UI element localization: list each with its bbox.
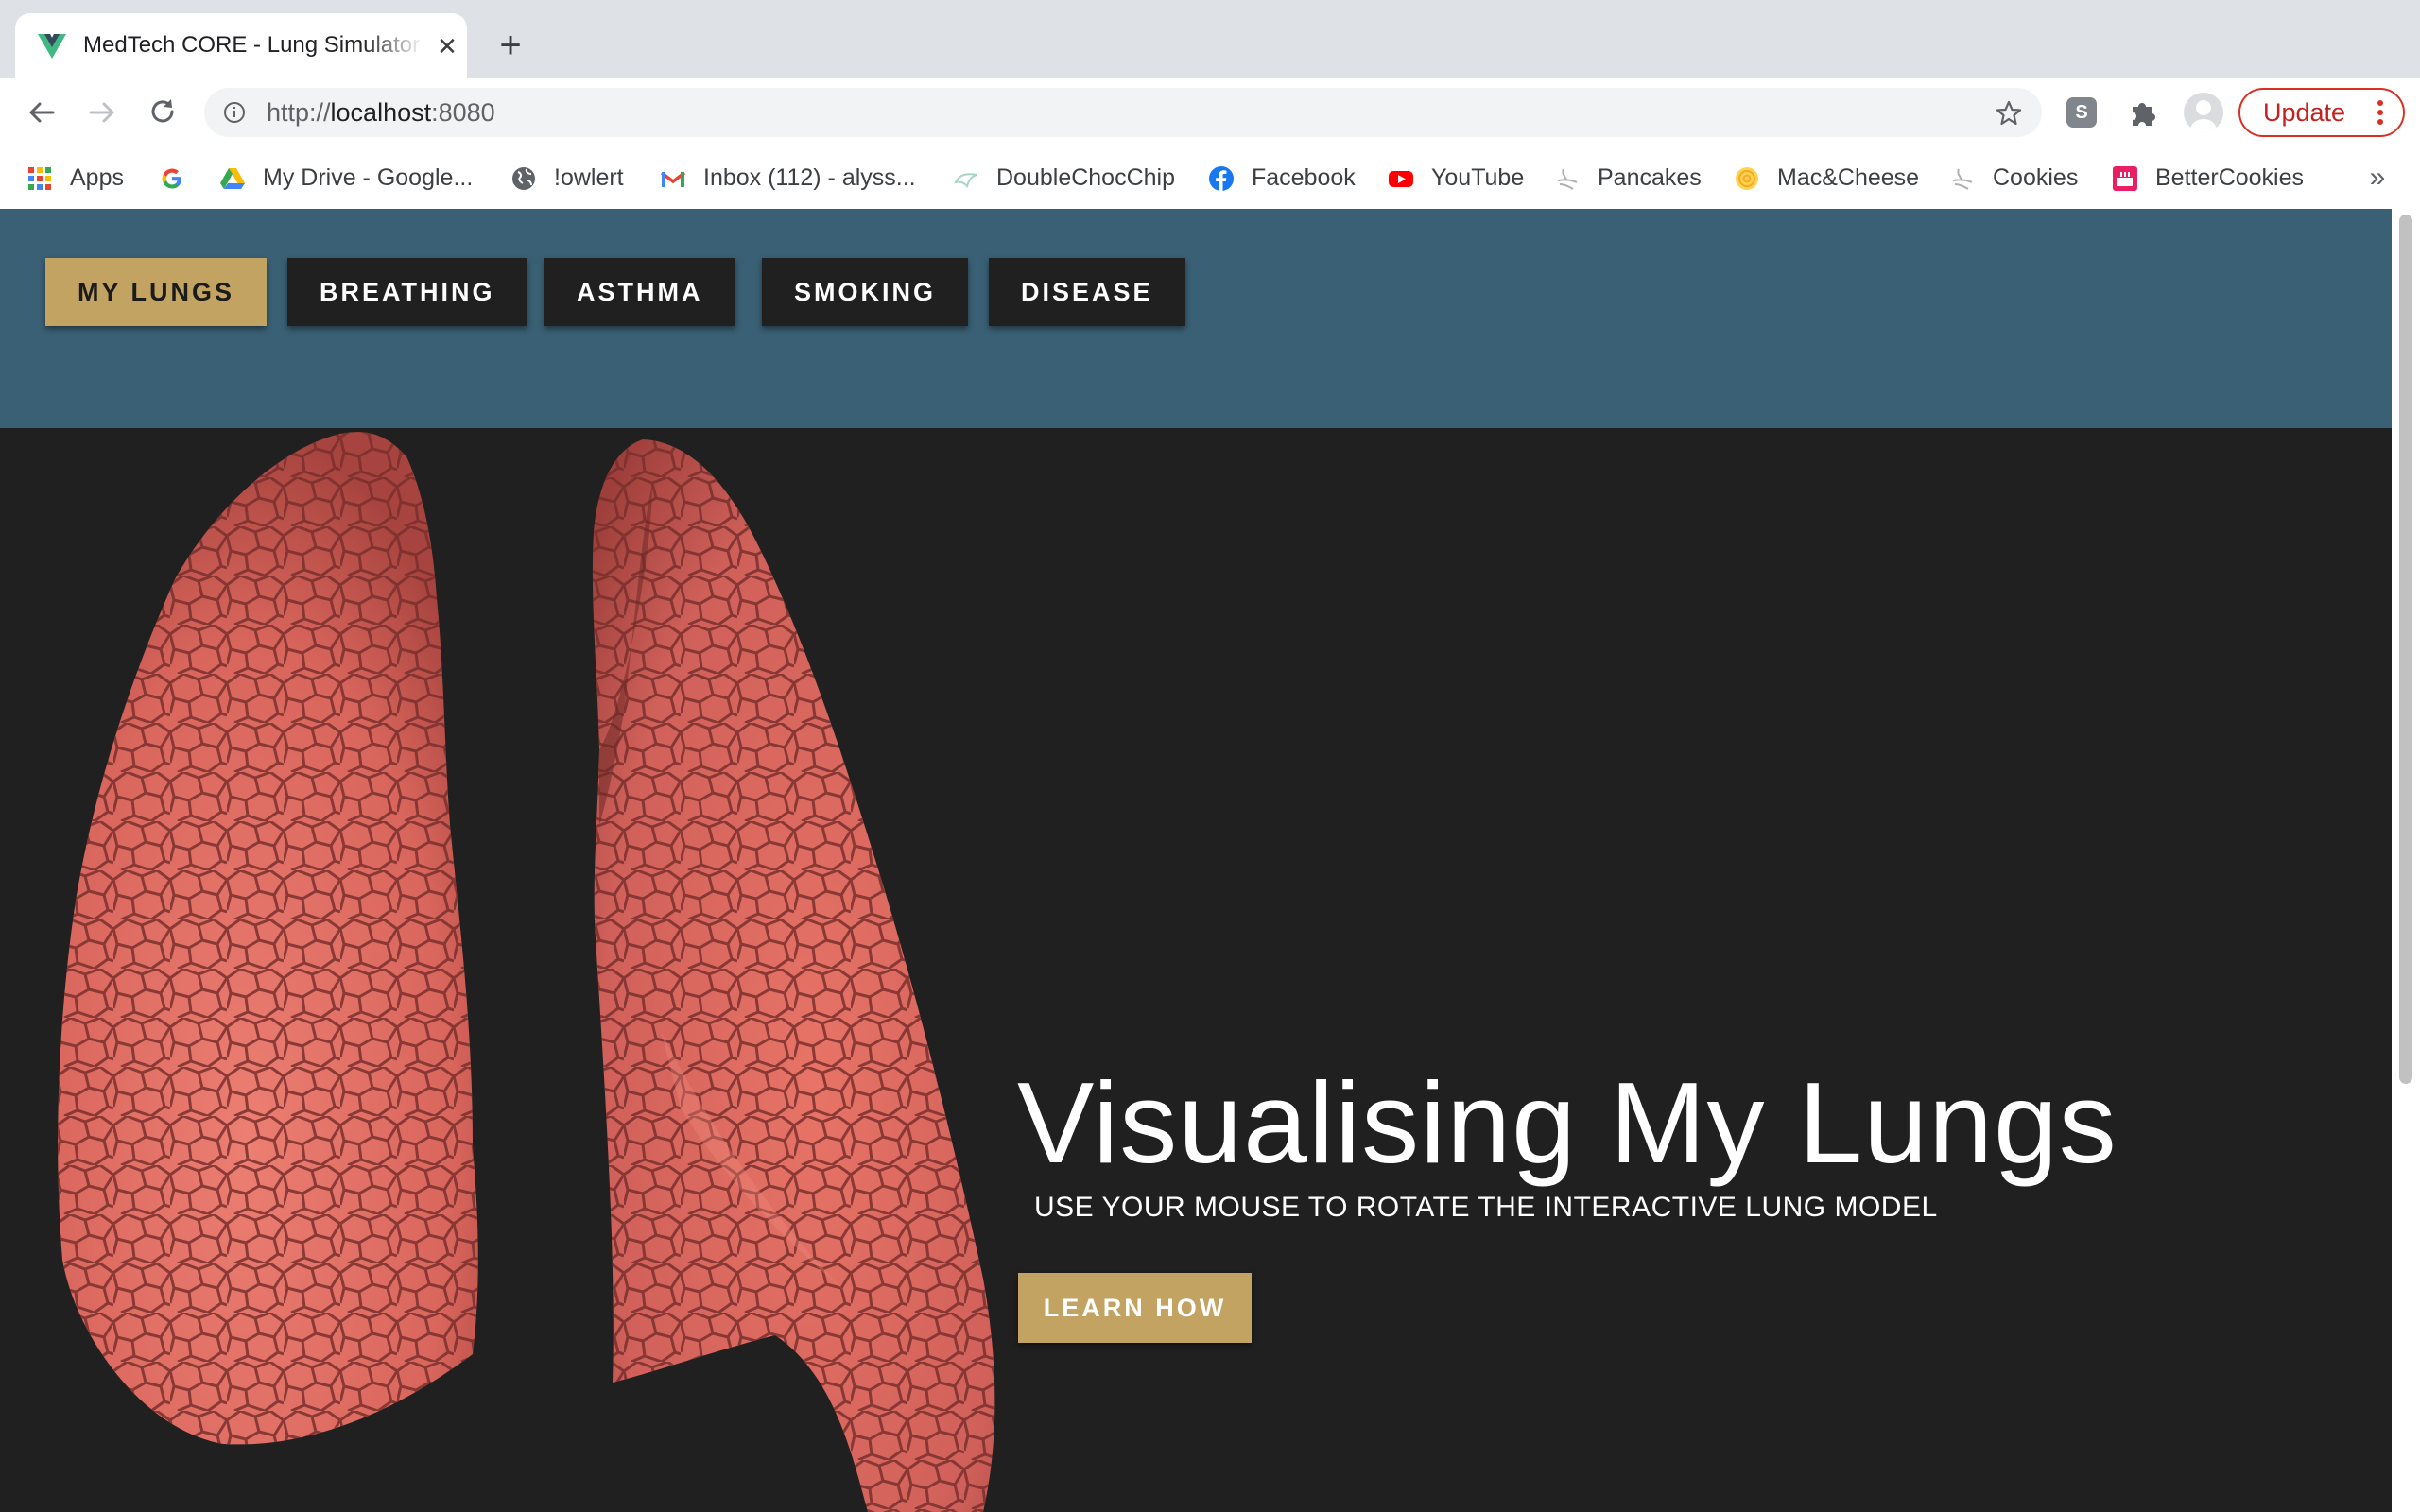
cake-icon — [2112, 165, 2138, 192]
browser-tab-strip: MedTech CORE - Lung Simulator ✕ + — [0, 0, 2420, 78]
nav-asthma[interactable]: ASTHMA — [544, 258, 735, 326]
bookmark-label: DoubleChocChip — [996, 164, 1176, 191]
info-icon[interactable] — [223, 101, 246, 124]
bookmark-label: BetterCookies — [2155, 164, 2305, 191]
reload-icon[interactable] — [142, 92, 183, 133]
cookie-site-icon — [953, 165, 979, 192]
bookmarks-bar: Apps My Drive - Google... !owlert Inbox … — [0, 146, 2420, 211]
profile-avatar[interactable] — [2184, 93, 2223, 132]
bookmark-label: YouTube — [1431, 164, 1525, 191]
page-scrollbar[interactable] — [2392, 209, 2420, 1512]
url-scheme: http:// — [267, 98, 331, 127]
google-icon — [159, 165, 185, 192]
bookmark-label: Mac&Cheese — [1777, 164, 1920, 191]
bookmark-label: Facebook — [1252, 164, 1356, 191]
lung-3d-model[interactable] — [0, 428, 1040, 1512]
extensions-puzzle-icon[interactable] — [2127, 97, 2159, 129]
apps-grid-icon — [26, 165, 53, 192]
nav-disease[interactable]: DISEASE — [989, 258, 1185, 326]
forward-arrow-icon[interactable] — [81, 92, 123, 133]
learn-how-button[interactable]: LEARN HOW — [1018, 1273, 1252, 1343]
gmail-icon — [660, 165, 686, 192]
hero-title: Visualising My Lungs — [1017, 1058, 2118, 1187]
browser-toolbar: http://localhost:8080 S Update — [0, 78, 2420, 146]
bookmark-label: Cookies — [1993, 164, 2079, 191]
url-port: :8080 — [431, 98, 495, 127]
tab-close-icon[interactable]: ✕ — [431, 30, 463, 62]
recipe-icon — [1949, 165, 1976, 192]
bookmark-label: Inbox (112) - alyss... — [703, 164, 916, 191]
hero-section: Visualising My Lungs USE YOUR MOUSE TO R… — [0, 428, 2392, 1512]
nav-breathing[interactable]: BREATHING — [287, 258, 527, 326]
update-label: Update — [2263, 98, 2346, 127]
globe-icon — [510, 165, 537, 192]
extension-s-icon[interactable]: S — [2066, 97, 2097, 128]
recipe-icon — [1554, 165, 1581, 192]
nav-smoking[interactable]: SMOKING — [762, 258, 969, 326]
page-viewport: MY LUNGS BREATHING ASTHMA SMOKING DISEAS… — [0, 209, 2420, 1512]
url-text: http://localhost:8080 — [267, 88, 495, 137]
bookmark-star-icon[interactable] — [1995, 99, 2023, 128]
vue-logo-icon — [36, 30, 68, 62]
bookmark-label: Pancakes — [1598, 164, 1702, 191]
scrollbar-thumb[interactable] — [2399, 215, 2412, 1084]
bookmark-label: !owlert — [554, 164, 624, 191]
bookmark-label: Apps — [70, 164, 124, 191]
nav-my-lungs[interactable]: MY LUNGS — [45, 258, 268, 326]
site-header: MY LUNGS BREATHING ASTHMA SMOKING DISEAS… — [0, 209, 2392, 428]
new-tab-button[interactable]: + — [492, 26, 529, 64]
menu-dots-icon[interactable] — [2377, 100, 2384, 125]
browser-tab[interactable]: MedTech CORE - Lung Simulator ✕ — [15, 13, 467, 78]
url-host: localhost — [330, 98, 432, 127]
hero-subtitle: USE YOUR MOUSE TO ROTATE THE INTERACTIVE… — [1034, 1192, 1938, 1223]
mac-cheese-icon — [1734, 165, 1760, 192]
back-arrow-icon[interactable] — [21, 92, 62, 133]
google-drive-icon — [219, 165, 246, 192]
facebook-icon — [1208, 165, 1235, 192]
address-bar[interactable]: http://localhost:8080 — [204, 88, 2042, 137]
bookmark-label: My Drive - Google... — [263, 164, 474, 191]
update-button[interactable]: Update — [2238, 88, 2405, 137]
left-lung — [58, 432, 478, 1445]
right-lung — [592, 439, 995, 1512]
bookmarks-overflow-chevron-icon[interactable]: » — [2363, 160, 2392, 196]
youtube-icon — [1388, 165, 1414, 192]
tab-title: MedTech CORE - Lung Simulator — [83, 32, 421, 58]
